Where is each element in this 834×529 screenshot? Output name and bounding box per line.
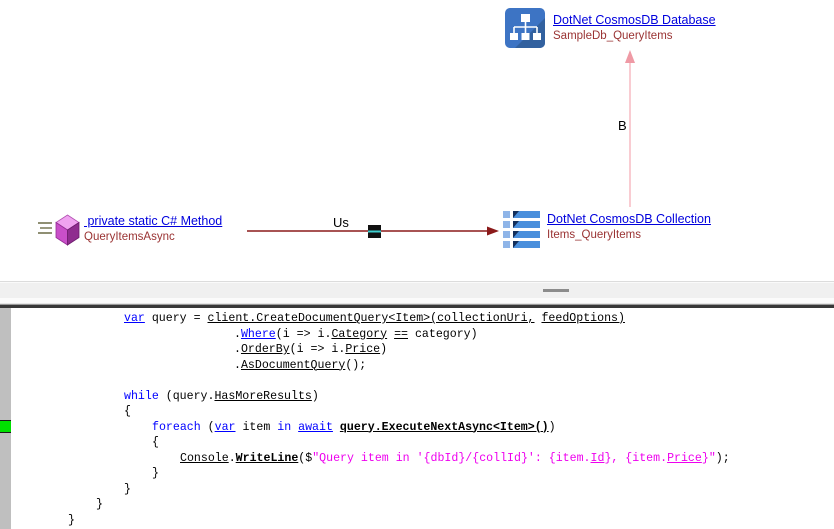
cosmosdb-database-icon [505, 8, 545, 48]
code-token: } [152, 467, 159, 480]
code-token: AsDocumentQuery [241, 359, 345, 372]
code-line: while (query.HasMoreResults) [0, 389, 834, 405]
code-token: OrderBy [241, 343, 290, 356]
code-token: in [277, 421, 291, 434]
code-token: . [234, 343, 241, 356]
code-editor-pane[interactable]: var query = client.CreateDocumentQuery<I… [0, 308, 834, 529]
code-lines: var query = client.CreateDocumentQuery<I… [0, 311, 834, 528]
code-token: } [96, 498, 103, 511]
code-token: . [234, 359, 241, 372]
code-line: Console.WriteLine($"Query item in '{dbId… [0, 451, 834, 467]
code-token: item [236, 421, 278, 434]
code-token: (i => i. [290, 343, 346, 356]
node-csharp-method[interactable]: private static C# Method QueryItemsAsync [38, 213, 222, 249]
code-line [0, 373, 834, 389]
code-line: } [0, 513, 834, 529]
csharp-method-icon [38, 213, 82, 249]
node-subtitle-method: QueryItemsAsync [84, 230, 222, 245]
code-token [333, 421, 340, 434]
code-line: { [0, 404, 834, 420]
code-token: category) [408, 328, 478, 341]
node-title-method[interactable]: private static C# Method [84, 213, 222, 230]
code-token: "Query item in '{dbId}/{collId}': {item. [312, 452, 590, 465]
node-cosmosdb-collection[interactable]: DotNet CosmosDB Collection Items_QueryIt… [503, 210, 711, 248]
code-token: { [124, 405, 131, 418]
cosmosdb-collection-icon [503, 210, 540, 248]
code-token: } [68, 514, 75, 527]
code-token: feedOptions) [541, 312, 625, 325]
code-line: } [0, 482, 834, 498]
node-title-database[interactable]: DotNet CosmosDB Database [553, 12, 716, 29]
code-token: Category [331, 328, 387, 341]
code-line: } [0, 497, 834, 513]
code-token: }" [702, 452, 716, 465]
code-token: Id [591, 452, 605, 465]
code-token: ($ [298, 452, 312, 465]
uses-edge-arrowhead [487, 227, 499, 236]
code-token: while [124, 390, 159, 403]
code-token: . [229, 452, 236, 465]
code-token: ) [380, 343, 387, 356]
code-token: await [298, 421, 333, 434]
code-line: .OrderBy(i => i.Price) [0, 342, 834, 358]
code-token: HasMoreResults [214, 390, 311, 403]
pane-splitter[interactable] [0, 282, 834, 298]
code-token: == [394, 328, 408, 341]
edge-label-belongs: B [617, 119, 628, 133]
edge-label-uses: Us [332, 216, 350, 230]
code-token: { [152, 436, 159, 449]
code-token: } [124, 483, 131, 496]
code-token: }, {item. [604, 452, 667, 465]
code-token: (i => i. [276, 328, 332, 341]
code-token: query.ExecuteNextAsync<Item>() [340, 421, 549, 434]
code-token: foreach [152, 421, 201, 434]
code-token: var [124, 312, 145, 325]
splitter-drag-handle[interactable] [543, 289, 569, 292]
code-token: (); [345, 359, 366, 372]
dependency-diagram-pane: Us B DotNet CosmosDB D [0, 0, 834, 282]
code-token: . [234, 328, 241, 341]
belongs-edge-arrowhead [625, 50, 635, 63]
code-token: client.CreateDocumentQuery<Item>(collect… [208, 312, 535, 325]
code-token: Console [180, 452, 229, 465]
code-token: Price [667, 452, 702, 465]
code-line: } [0, 466, 834, 482]
code-line: { [0, 435, 834, 451]
node-subtitle-database: SampleDb_QueryItems [553, 29, 716, 44]
code-token: query = [145, 312, 208, 325]
code-line: .AsDocumentQuery(); [0, 358, 834, 374]
code-token: (query. [159, 390, 215, 403]
code-token: ) [549, 421, 556, 434]
code-token: ); [716, 452, 730, 465]
node-subtitle-collection: Items_QueryItems [547, 228, 711, 243]
code-token: ( [201, 421, 215, 434]
code-token: ) [312, 390, 319, 403]
code-line: foreach (var item in await query.Execute… [0, 420, 834, 436]
code-token: var [215, 421, 236, 434]
code-token: Price [345, 343, 380, 356]
code-token: Where [241, 328, 276, 341]
code-line: .Where(i => i.Category == category) [0, 327, 834, 343]
code-line: var query = client.CreateDocumentQuery<I… [0, 311, 834, 327]
node-cosmosdb-database[interactable]: DotNet CosmosDB Database SampleDb_QueryI… [505, 8, 716, 48]
node-title-collection[interactable]: DotNet CosmosDB Collection [547, 211, 711, 228]
code-token: WriteLine [236, 452, 299, 465]
